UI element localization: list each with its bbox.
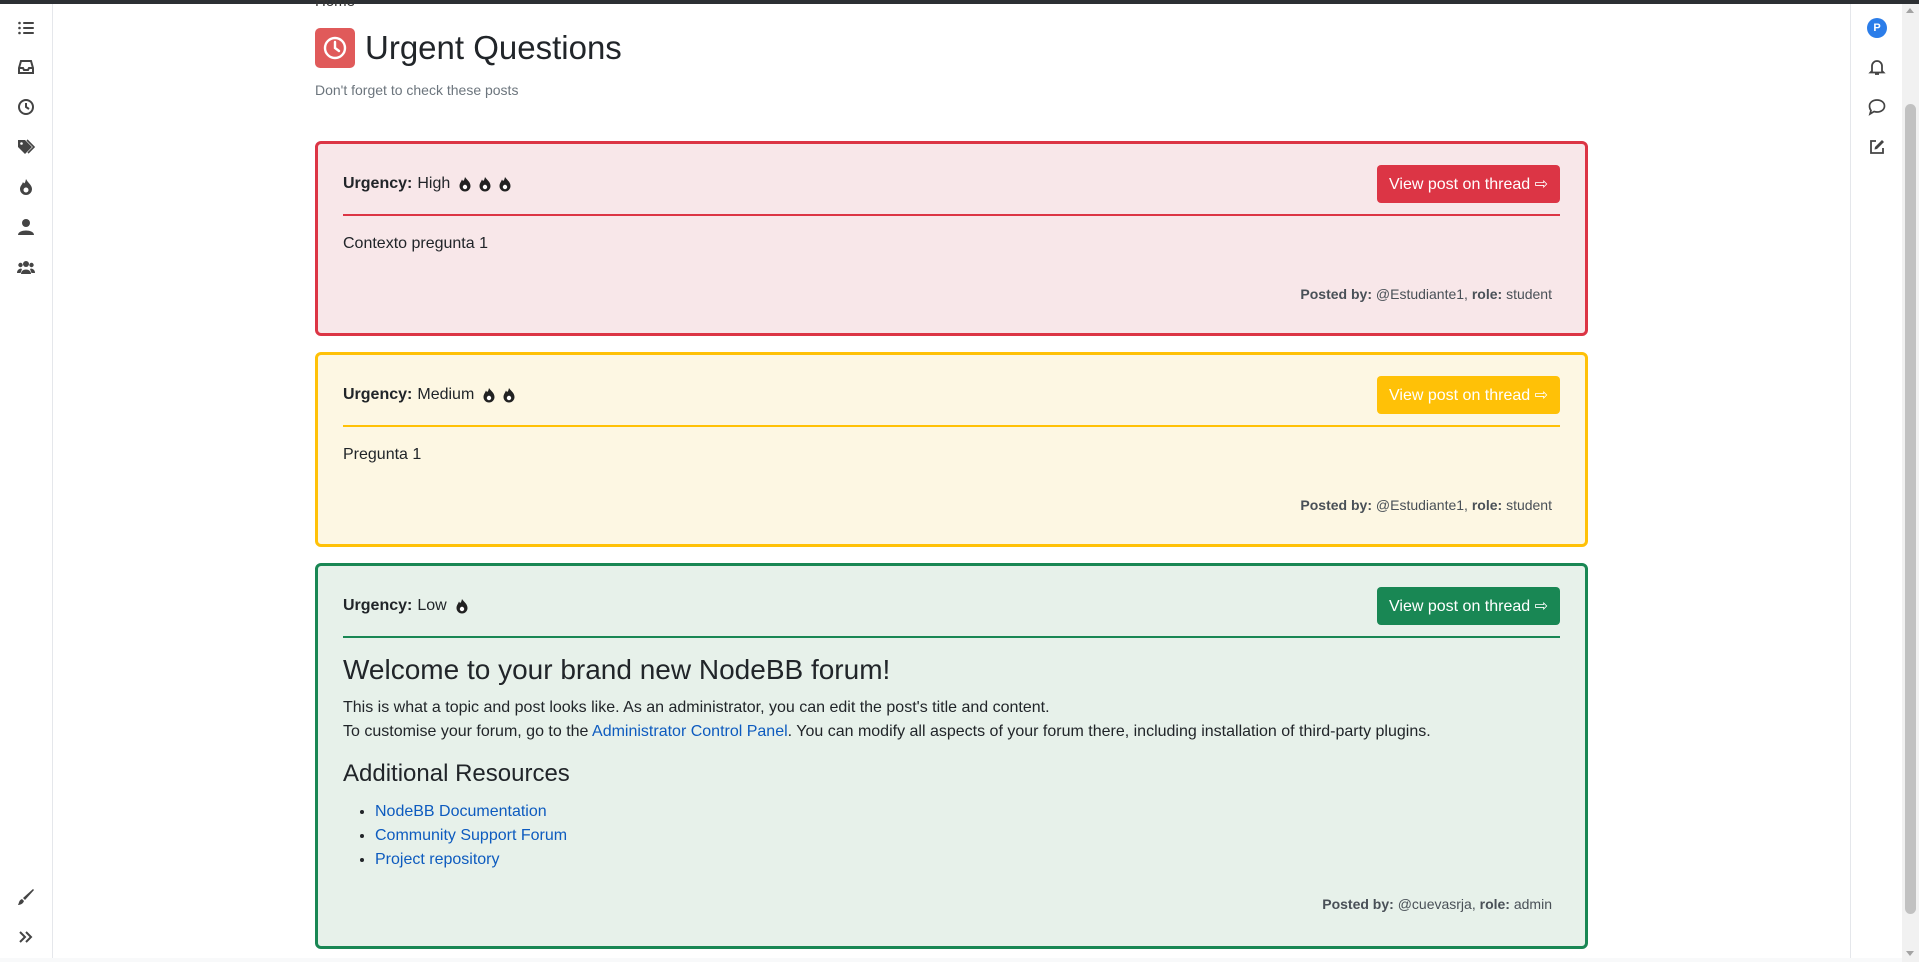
fire-icon[interactable] xyxy=(15,176,37,198)
top-bar xyxy=(0,0,1919,4)
chat-icon[interactable] xyxy=(1866,96,1888,118)
flames xyxy=(449,598,469,614)
view-post-button[interactable]: View post on thread ⇨ xyxy=(1377,165,1560,203)
flame-icon xyxy=(449,598,469,614)
urgency-value: High xyxy=(417,175,451,192)
resource-link-repo[interactable]: Project repository xyxy=(375,851,500,868)
flame-icon xyxy=(452,176,472,192)
list-item: NodeBB Documentation xyxy=(375,800,1560,824)
flame-icon xyxy=(496,387,516,403)
resources-list: NodeBB Documentation Community Support F… xyxy=(375,800,1560,872)
urgency-key: Urgency: xyxy=(343,386,413,403)
chevron-double-right-icon[interactable] xyxy=(15,926,37,948)
avatar[interactable]: P xyxy=(1866,17,1888,39)
post-role: student xyxy=(1506,286,1552,302)
admin-panel-link[interactable]: Administrator Control Panel xyxy=(592,723,788,740)
urgency-label: Urgency: High xyxy=(343,175,512,193)
flames xyxy=(452,176,512,192)
post-author: @Estudiante1, xyxy=(1375,286,1468,302)
line2-post: . You can modify all aspects of your for… xyxy=(787,723,1431,740)
title-row: Urgent Questions xyxy=(315,28,622,68)
urgency-label: Urgency: Medium xyxy=(343,386,516,404)
list-icon[interactable] xyxy=(15,17,37,39)
urgency-key: Urgency: xyxy=(343,175,413,192)
users-icon[interactable] xyxy=(15,256,37,278)
scroll-down-icon[interactable] xyxy=(1906,951,1914,956)
bottom-edge xyxy=(0,958,1902,962)
scroll-up-icon[interactable] xyxy=(1906,8,1914,13)
breadcrumb[interactable]: Home xyxy=(315,0,355,10)
flame-icon xyxy=(476,387,496,403)
avatar-letter: P xyxy=(1867,18,1887,38)
post-card-low: Urgency: Low View post on thread ⇨ Welco… xyxy=(315,563,1588,949)
view-post-button[interactable]: View post on thread ⇨ xyxy=(1377,376,1560,414)
clock-icon xyxy=(315,28,355,68)
posted-by: Posted by: @Estudiante1, role: student xyxy=(1300,286,1552,302)
welcome-title: Welcome to your brand new NodeBB forum! xyxy=(343,654,891,685)
line2-pre: To customise your forum, go to the xyxy=(343,723,593,740)
post-content: Pregunta 1 xyxy=(343,446,422,463)
posted-by: Posted by: @Estudiante1, role: student xyxy=(1300,497,1552,513)
list-item: Project repository xyxy=(375,848,1560,872)
list-item: Community Support Forum xyxy=(375,824,1560,848)
welcome-line-1: This is what a topic and post looks like… xyxy=(343,699,1050,716)
role-key: role: xyxy=(1471,497,1503,513)
user-icon[interactable] xyxy=(15,216,37,238)
card-header: Urgency: Low View post on thread ⇨ xyxy=(343,566,1560,638)
card-header: Urgency: High View post on thread ⇨ xyxy=(343,144,1560,216)
left-sidebar xyxy=(0,4,53,962)
post-role: student xyxy=(1506,497,1552,513)
resources-title: Additional Resources xyxy=(343,760,570,787)
card-header: Urgency: Medium View post on thread ⇨ xyxy=(343,355,1560,427)
page-title: Urgent Questions xyxy=(365,29,622,66)
post-content: Contexto pregunta 1 xyxy=(343,235,488,252)
posted-by-key: Posted by: xyxy=(1300,497,1372,513)
urgency-value: Low xyxy=(417,597,447,614)
page-scrollbar[interactable] xyxy=(1902,4,1919,962)
posted-by-key: Posted by: xyxy=(1322,896,1394,912)
clock-icon[interactable] xyxy=(15,96,37,118)
inbox-icon[interactable] xyxy=(15,56,37,78)
urgency-key: Urgency: xyxy=(343,597,413,614)
resource-link-forum[interactable]: Community Support Forum xyxy=(375,827,567,844)
urgency-value: Medium xyxy=(417,386,475,403)
page-subtitle: Don't forget to check these posts xyxy=(315,82,519,98)
post-card-medium: Urgency: Medium View post on thread ⇨ Pr… xyxy=(315,352,1588,547)
posted-by: Posted by: @cuevasrja, role: admin xyxy=(1322,896,1552,912)
role-key: role: xyxy=(1471,286,1503,302)
tags-icon[interactable] xyxy=(15,136,37,158)
post-author: @Estudiante1, xyxy=(1375,497,1468,513)
post-card-high: Urgency: High View post on thread ⇨ Cont… xyxy=(315,141,1588,336)
flame-icon xyxy=(472,176,492,192)
right-sidebar: P xyxy=(1850,4,1902,962)
flame-icon xyxy=(492,176,512,192)
resource-link-docs[interactable]: NodeBB Documentation xyxy=(375,803,547,820)
bell-icon[interactable] xyxy=(1866,56,1888,78)
post-content: Welcome to your brand new NodeBB forum! … xyxy=(343,654,1560,872)
post-role: admin xyxy=(1513,896,1552,912)
flames xyxy=(476,387,516,403)
urgency-label: Urgency: Low xyxy=(343,597,469,615)
view-post-button[interactable]: View post on thread ⇨ xyxy=(1377,587,1560,625)
scroll-thumb[interactable] xyxy=(1905,104,1916,914)
compose-icon[interactable] xyxy=(1866,136,1888,158)
posted-by-key: Posted by: xyxy=(1300,286,1372,302)
brush-icon[interactable] xyxy=(15,886,37,908)
post-author: @cuevasrja, xyxy=(1397,896,1476,912)
welcome-line-2: To customise your forum, go to the Admin… xyxy=(343,720,1560,744)
role-key: role: xyxy=(1479,896,1510,912)
